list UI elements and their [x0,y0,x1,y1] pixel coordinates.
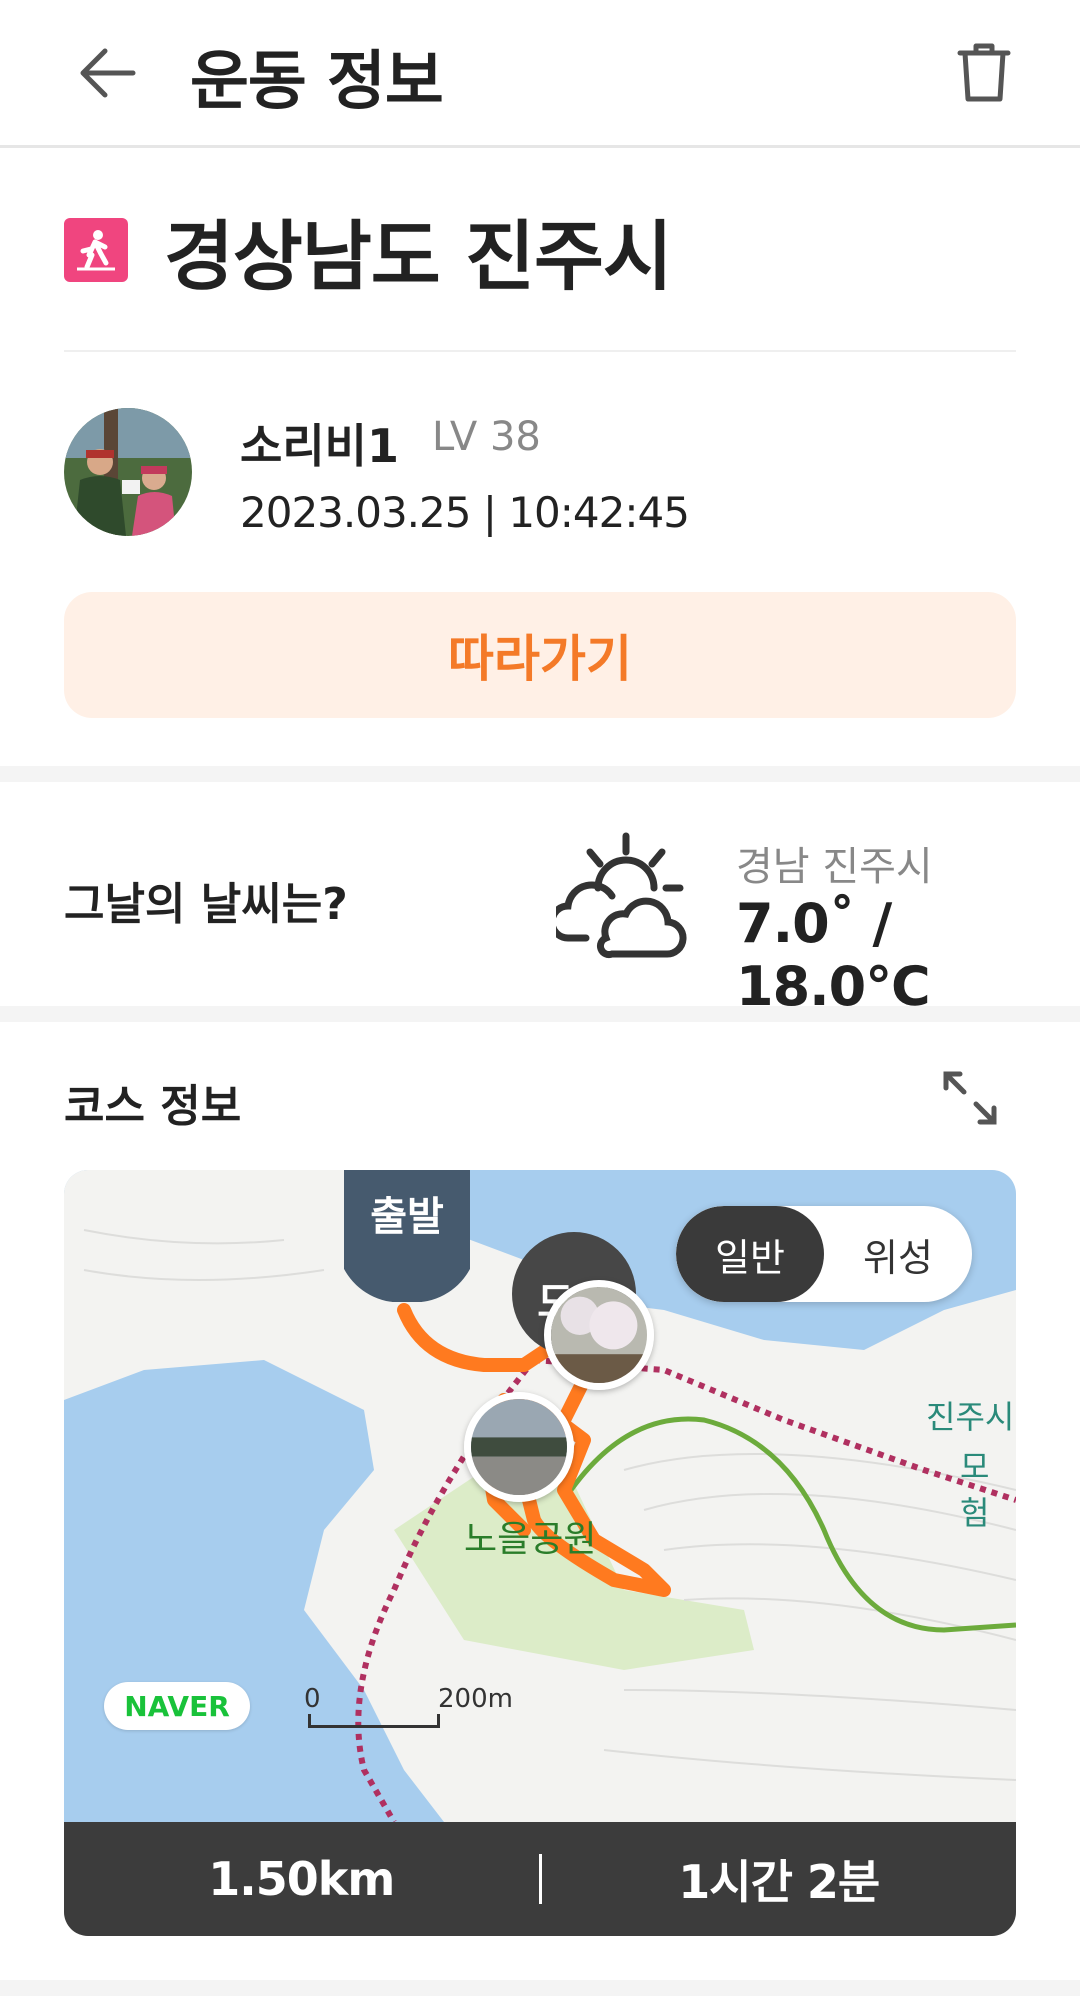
naver-logo: NAVER [104,1682,250,1730]
walking-icon [64,218,128,282]
course-title: 코스 정보 [64,1081,242,1132]
partly-cloudy-icon [556,832,687,959]
page-title: 운동 정보 [190,45,444,119]
weather-temperature: 7.0˚ / 18.0℃ [736,892,931,1018]
weather-location: 경남 진주시 [736,844,933,890]
section-divider [0,766,1080,782]
back-button[interactable] [72,38,142,108]
follow-button[interactable]: 따라가기 [64,592,1016,718]
user-name[interactable]: 소리비1 [240,410,399,476]
map-type-toggle: 일반 위성 [676,1206,972,1302]
activity-datetime: 2023.03.25 | 10:42:45 [240,488,690,537]
avatar[interactable] [64,408,192,536]
park-label: 노을공원 [464,1519,597,1560]
map-type-normal[interactable]: 일반 [676,1206,824,1302]
place-row: 경상남도 진주시 [64,200,673,301]
poi-label: 모험 [960,1448,990,1532]
scale-label-zero: 0 [304,1684,321,1714]
map-scale-bar [308,1714,440,1728]
course-stats-bar: 1.50km 1시간 2분 [64,1822,1016,1936]
course-map[interactable]: 출발 도착 노을공원 진주시 모험 일반 위성 NAVER 0 200m 1.5… [64,1170,1016,1936]
duration-value: 1시간 2분 [678,1855,880,1909]
route-photo[interactable] [544,1280,654,1390]
weather-question: 그날의 날씨는? [64,879,348,930]
start-marker-label: 출발 [370,1194,444,1240]
place-title: 경상남도 진주시 [164,212,673,301]
arrow-left-icon [80,48,136,98]
expand-map-button[interactable] [938,1066,1002,1130]
map-type-satellite[interactable]: 위성 [824,1206,972,1302]
scale-label-max: 200m [438,1684,513,1714]
route-photo[interactable] [464,1392,574,1502]
app-header: 운동 정보 [0,0,1080,148]
delete-button[interactable] [950,36,1018,108]
divider [64,350,1016,352]
expand-icon [943,1071,997,1125]
section-divider [0,1006,1080,1022]
section-divider [0,1980,1080,1996]
user-level: LV 38 [432,414,541,460]
trash-icon [957,43,1011,102]
distance-value: 1.50km [208,1852,395,1906]
poi-label: 진주시 [926,1398,1015,1436]
